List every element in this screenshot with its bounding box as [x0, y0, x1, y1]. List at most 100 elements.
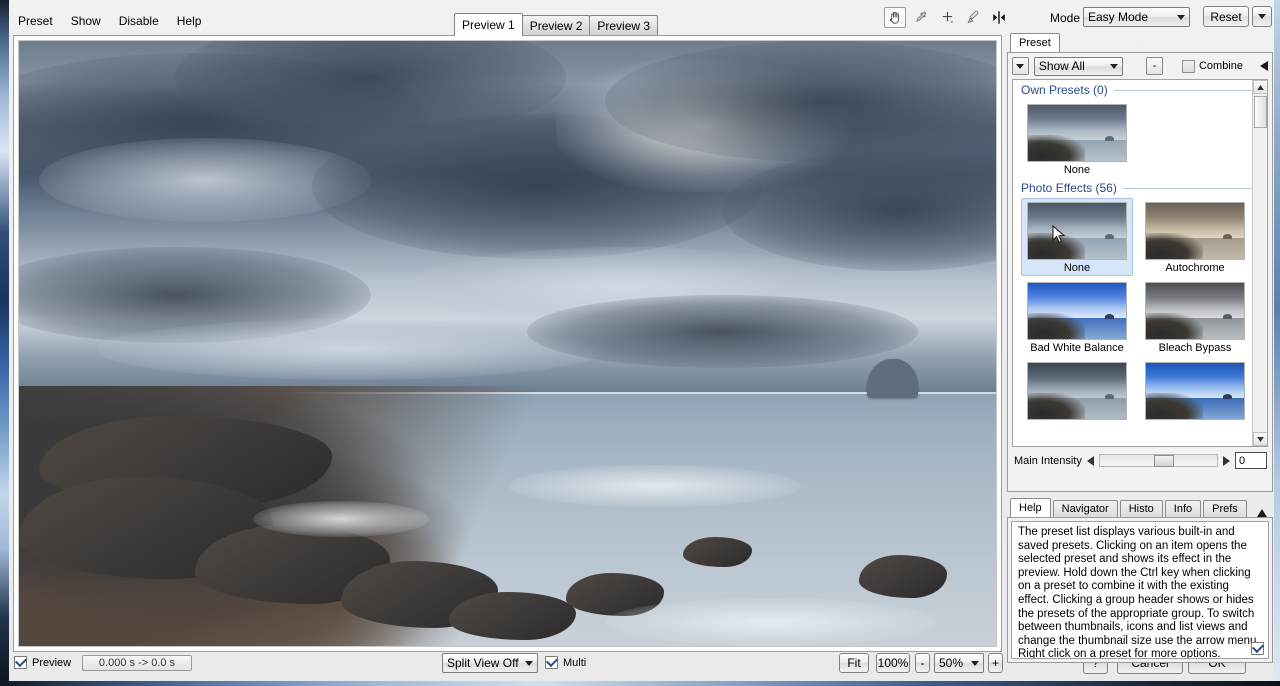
tool-palette	[884, 7, 1010, 28]
preset-list[interactable]: Own Presets (0) None	[1012, 79, 1268, 447]
preset-label: Bad White Balance	[1030, 342, 1124, 354]
hand-icon[interactable]	[884, 7, 906, 28]
zoom-level-select[interactable]: 50%	[934, 653, 984, 673]
mode-select[interactable]: Easy Mode	[1083, 7, 1190, 27]
tab-histo[interactable]: Histo	[1120, 500, 1163, 517]
window-left-border	[0, 0, 9, 686]
preset-thumbnail	[1027, 202, 1127, 260]
slider-decrement-icon[interactable]	[1087, 456, 1094, 466]
preview-checkbox[interactable]	[14, 656, 27, 669]
chevron-down-icon	[1258, 14, 1266, 19]
preset-item[interactable]: None	[1021, 100, 1133, 178]
zoom-fit-button[interactable]: Fit	[839, 653, 869, 673]
group-title: Own Presets (0)	[1021, 83, 1108, 97]
help-container: The preset list displays various built-i…	[1007, 517, 1273, 663]
preset-item-none[interactable]: None	[1021, 198, 1133, 276]
menu-item-show[interactable]: Show	[62, 13, 110, 29]
view-menu-button[interactable]	[1012, 57, 1029, 75]
rock-shape	[683, 537, 751, 567]
menu-item-help[interactable]: Help	[168, 13, 211, 29]
menu-item-disable[interactable]: Disable	[110, 13, 168, 29]
preview-label: Preview	[32, 657, 71, 669]
preset-filter-select[interactable]: Show All	[1034, 57, 1123, 76]
tab-prefs[interactable]: Prefs	[1203, 500, 1247, 517]
preview-toggle[interactable]: Preview	[14, 656, 71, 669]
multi-checkbox[interactable]	[545, 656, 558, 669]
preset-panel: Show All - Combine Own Presets (0)	[1007, 52, 1273, 492]
collapse-panel-icon[interactable]	[1260, 61, 1268, 71]
preset-thumbnail	[1145, 202, 1245, 260]
split-view-select[interactable]: Split View Off	[442, 653, 538, 673]
split-arrows-icon[interactable]	[988, 7, 1010, 28]
mode-value: Easy Mode	[1088, 10, 1148, 24]
reset-menu-button[interactable]	[1252, 6, 1272, 27]
preset-item-autochrome[interactable]: Autochrome	[1139, 198, 1251, 276]
group-header-photo-effects[interactable]: Photo Effects (56)	[1013, 178, 1267, 196]
help-text-area: The preset list displays various built-i…	[1011, 521, 1269, 659]
brush-icon[interactable]	[962, 7, 984, 28]
split-view-value: Split View Off	[447, 656, 519, 670]
preset-item-bad-white-balance[interactable]: Bad White Balance	[1021, 278, 1133, 356]
main-intensity-slider[interactable]	[1099, 453, 1218, 468]
help-text: The preset list displays various built-i…	[1018, 526, 1260, 659]
tab-navigator[interactable]: Navigator	[1053, 500, 1118, 517]
window-right-border	[1274, 0, 1280, 686]
sea-foam	[605, 598, 937, 646]
scroll-down-icon[interactable]	[1253, 432, 1268, 446]
tab-preview-3[interactable]: Preview 3	[589, 15, 658, 36]
multi-label: Multi	[563, 657, 586, 669]
chevron-down-icon	[1177, 15, 1185, 20]
preset-item[interactable]	[1139, 358, 1251, 424]
timing-readout[interactable]: 0.000 s -> 0.0 s	[82, 655, 192, 671]
combine-toggle[interactable]: Combine	[1182, 60, 1243, 73]
preset-list-scrollbar[interactable]	[1252, 80, 1267, 446]
preset-item[interactable]	[1021, 358, 1133, 424]
eyedropper-icon[interactable]	[910, 7, 932, 28]
tab-help[interactable]: Help	[1010, 498, 1051, 517]
preview-image[interactable]	[18, 40, 997, 647]
preview-canvas-frame[interactable]	[13, 35, 1002, 652]
preset-thumbnail	[1027, 362, 1127, 420]
main-intensity-label: Main Intensity	[1014, 455, 1082, 467]
reset-button[interactable]: Reset	[1203, 6, 1249, 27]
preset-thumbnail	[1027, 282, 1127, 340]
target-icon[interactable]	[936, 7, 958, 28]
application-window: Preset Show Disable Help Preview 1 Previ…	[0, 0, 1280, 686]
preset-label: None	[1064, 262, 1090, 274]
divider	[1114, 90, 1261, 91]
scroll-up-icon[interactable]	[1253, 80, 1268, 94]
zoom-out-button[interactable]: -	[915, 653, 930, 673]
combine-label: Combine	[1199, 60, 1243, 72]
chevron-down-icon	[971, 661, 979, 666]
group-header-own-presets[interactable]: Own Presets (0)	[1013, 80, 1267, 98]
mode-label: Mode	[1050, 11, 1080, 25]
tab-preview-2[interactable]: Preview 2	[522, 15, 591, 36]
right-panel: Preset Show All - Combine	[1007, 33, 1273, 648]
window-bottom-border	[0, 681, 1280, 686]
preset-filter-value: Show All	[1039, 59, 1085, 73]
sea-foam	[508, 465, 801, 507]
group-title: Photo Effects (56)	[1021, 181, 1117, 195]
tab-info[interactable]: Info	[1165, 500, 1201, 517]
main-intensity-row: Main Intensity 0	[1008, 447, 1272, 473]
help-pin-checkbox[interactable]	[1251, 642, 1264, 655]
zoom-in-button[interactable]: +	[988, 653, 1003, 673]
preset-item-bleach-bypass[interactable]: Bleach Bypass	[1139, 278, 1251, 356]
remove-preset-button[interactable]: -	[1146, 57, 1163, 75]
preset-toolbar: Show All - Combine	[1008, 53, 1272, 79]
main-intensity-value[interactable]: 0	[1235, 452, 1267, 469]
info-panel: Help Navigator Histo Info Prefs The pres…	[1007, 498, 1273, 663]
own-presets-grid: None	[1013, 98, 1267, 178]
scrollbar-thumb[interactable]	[1254, 96, 1267, 128]
tab-preview-1[interactable]: Preview 1	[454, 13, 523, 36]
tab-preset[interactable]: Preset	[1010, 33, 1060, 52]
combine-checkbox[interactable]	[1182, 60, 1195, 73]
menu-item-preset[interactable]: Preset	[9, 13, 62, 29]
slider-knob[interactable]	[1154, 455, 1174, 467]
preset-thumbnail	[1145, 282, 1245, 340]
slider-increment-icon[interactable]	[1223, 456, 1230, 466]
cloud-shape	[527, 295, 918, 368]
multi-toggle[interactable]: Multi	[545, 656, 586, 669]
expand-panel-icon[interactable]	[1257, 509, 1267, 517]
zoom-100-button[interactable]: 100%	[876, 653, 910, 673]
